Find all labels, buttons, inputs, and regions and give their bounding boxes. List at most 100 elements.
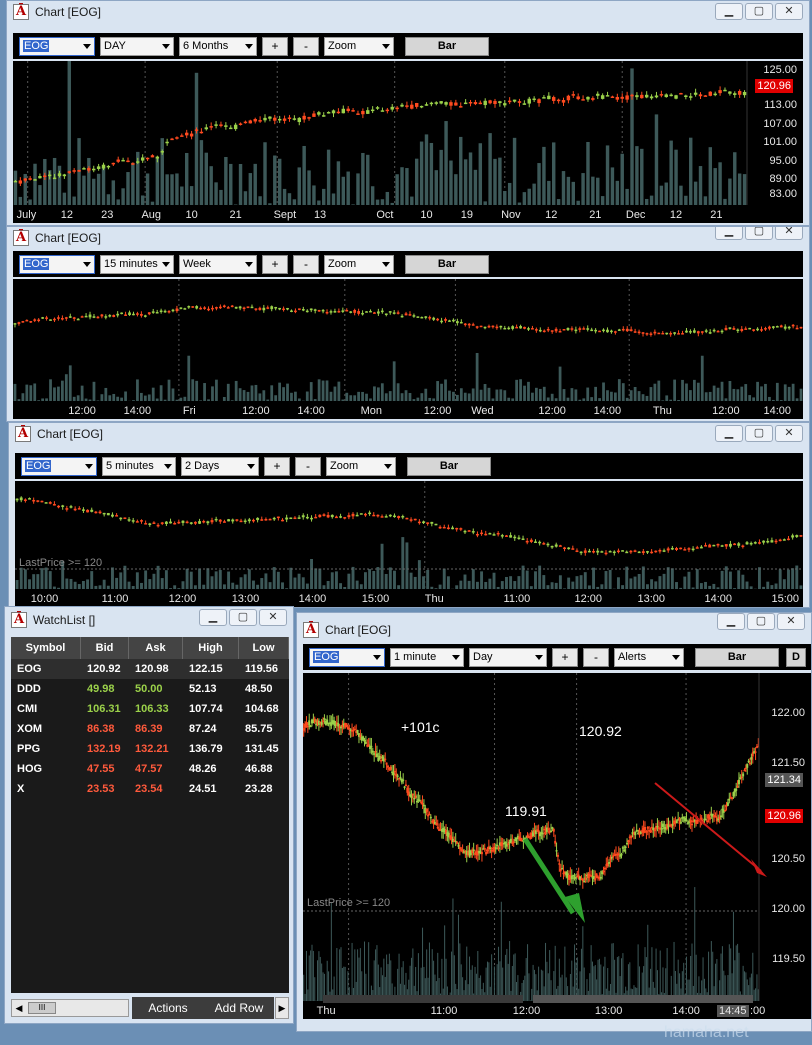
candle-body: [100, 314, 104, 317]
symbol-select[interactable]: EOG: [19, 36, 95, 56]
candle-body: [455, 321, 459, 324]
minimize-icon[interactable]: ▁: [715, 425, 743, 442]
table-row[interactable]: PPG 132.19 132.21 136.79 131.45: [11, 739, 289, 759]
scroll-thumb[interactable]: III: [28, 1002, 56, 1014]
x-axis-label: 23: [101, 209, 114, 221]
interval-select[interactable]: 5 minutes: [102, 456, 176, 476]
zoom-select[interactable]: Zoom: [324, 36, 394, 56]
table-row[interactable]: DDD 49.98 50.00 52.13 48.50: [11, 679, 289, 699]
range-select[interactable]: 6 Months: [179, 36, 257, 56]
close-icon[interactable]: ✕: [259, 609, 287, 626]
zoom-in-button[interactable]: +: [552, 647, 578, 667]
zoom-in-button[interactable]: +: [264, 456, 290, 476]
minimize-icon[interactable]: ▁: [715, 227, 743, 240]
interval-select[interactable]: DAY: [100, 36, 174, 56]
candle-body: [273, 117, 277, 121]
candle-body: [170, 138, 174, 141]
candle-body: [527, 98, 531, 104]
candle-body: [641, 551, 645, 554]
range-select[interactable]: 2 Days: [181, 456, 259, 476]
symbol-select[interactable]: EOG: [309, 647, 385, 667]
maximize-icon[interactable]: ▢: [745, 3, 773, 20]
daily-chart-plot[interactable]: July 12 23 Aug 10 21 Sept 13 Oct 10 19 Nov 12 21 Dec 12…: [13, 61, 803, 223]
volume-bar: [308, 955, 310, 1001]
chart-type-button[interactable]: Bar: [405, 254, 489, 274]
actions-button[interactable]: Actions: [132, 997, 204, 1019]
maximize-icon[interactable]: ▢: [745, 425, 773, 442]
column-header-symbol[interactable]: Symbol: [11, 637, 81, 659]
table-row[interactable]: HOG 47.55 47.57 48.26 46.88: [11, 759, 289, 779]
symbol-select[interactable]: EOG: [19, 254, 95, 274]
5min-chart-plot[interactable]: LastPrice >= 120 10:00 11:00 12:00 13:00 14:…: [15, 481, 803, 607]
candle-body: [472, 849, 475, 851]
cell-high: 136.79: [189, 743, 223, 755]
candle-body: [621, 847, 624, 849]
1min-chart-plot[interactable]: +101c 120.92 119.91 LastPrice >= 120 Thu…: [303, 673, 811, 1019]
maximize-icon[interactable]: ▢: [745, 227, 773, 240]
more-button[interactable]: D: [786, 647, 806, 667]
volume-bar: [409, 572, 413, 589]
maximize-icon[interactable]: ▢: [229, 609, 257, 626]
zoom-in-button[interactable]: +: [262, 36, 288, 56]
chart-type-button[interactable]: Bar: [695, 647, 779, 667]
candle-body: [795, 327, 799, 330]
horizontal-scrollbar[interactable]: ◀ III: [11, 999, 129, 1017]
table-row[interactable]: EOG 120.92 120.98 122.15 119.56: [11, 659, 289, 679]
scroll-right-icon[interactable]: ▶: [275, 997, 289, 1019]
zoom-select[interactable]: Zoom: [326, 456, 396, 476]
range-value: 2 Days: [185, 460, 220, 472]
candle-body: [517, 101, 522, 103]
table-row[interactable]: XOM 86.38 86.39 87.24 85.75: [11, 719, 289, 739]
column-header-ask[interactable]: Ask: [129, 637, 183, 659]
volume-bar: [602, 382, 605, 401]
zoom-out-button[interactable]: -: [295, 456, 321, 476]
volume-bar: [294, 391, 297, 401]
close-icon[interactable]: ✕: [777, 613, 805, 630]
table-row[interactable]: CMI 106.31 106.33 107.74 104.68: [11, 699, 289, 719]
candle-body: [326, 112, 331, 114]
candle-body: [370, 745, 373, 748]
candle-body: [189, 522, 193, 524]
volume-bar: [120, 397, 124, 401]
symbol-select[interactable]: EOG: [21, 456, 97, 476]
volume-bar: [550, 582, 554, 589]
range-select[interactable]: Day: [469, 647, 547, 667]
volume-bar: [339, 583, 343, 589]
close-icon[interactable]: ✕: [775, 227, 803, 240]
column-header-high[interactable]: High: [183, 637, 239, 659]
interval-select[interactable]: 1 minute: [390, 647, 464, 667]
alerts-select[interactable]: Alerts: [614, 647, 684, 667]
zoom-out-button[interactable]: -: [583, 647, 609, 667]
chart-type-button[interactable]: Bar: [407, 456, 491, 476]
add-row-button[interactable]: Add Row: [204, 997, 274, 1019]
minimize-icon[interactable]: ▁: [715, 3, 743, 20]
chart-type-button[interactable]: Bar: [405, 36, 489, 56]
title-bar[interactable]: Ā Chart [EOG]: [7, 1, 809, 23]
table-row[interactable]: X 23.53 23.54 24.51 23.28: [11, 779, 289, 799]
zoom-out-button[interactable]: -: [293, 254, 319, 274]
close-icon[interactable]: ✕: [775, 425, 803, 442]
candle-body: [390, 106, 394, 110]
scroll-left-icon[interactable]: ◀: [12, 1000, 26, 1016]
candle-body: [689, 331, 692, 333]
volume-bar: [457, 914, 459, 1001]
volume-bar: [224, 156, 228, 205]
zoom-out-button[interactable]: -: [293, 36, 319, 56]
candle-body: [571, 94, 575, 96]
title-bar[interactable]: Ā Chart [EOG]: [9, 423, 809, 445]
minimize-icon[interactable]: ▁: [199, 609, 227, 626]
zoom-in-button[interactable]: +: [262, 254, 288, 274]
zoom-select[interactable]: Zoom: [324, 254, 394, 274]
column-header-bid[interactable]: Bid: [81, 637, 129, 659]
candle-body: [416, 316, 420, 318]
price-chart-svg: [13, 279, 803, 401]
maximize-icon[interactable]: ▢: [747, 613, 775, 630]
title-bar[interactable]: Ā Chart [EOG]: [7, 227, 809, 249]
range-select[interactable]: Week: [179, 254, 257, 274]
minimize-icon[interactable]: ▁: [717, 613, 745, 630]
15min-chart-plot[interactable]: 12:00 14:00 Fri 12:00 14:00 Mon 12:00 Wed 12:00 1…: [13, 279, 803, 419]
interval-select[interactable]: 15 minutes: [100, 254, 174, 274]
close-icon[interactable]: ✕: [775, 3, 803, 20]
volume-bar: [250, 385, 254, 401]
column-header-low[interactable]: Low: [239, 637, 289, 659]
